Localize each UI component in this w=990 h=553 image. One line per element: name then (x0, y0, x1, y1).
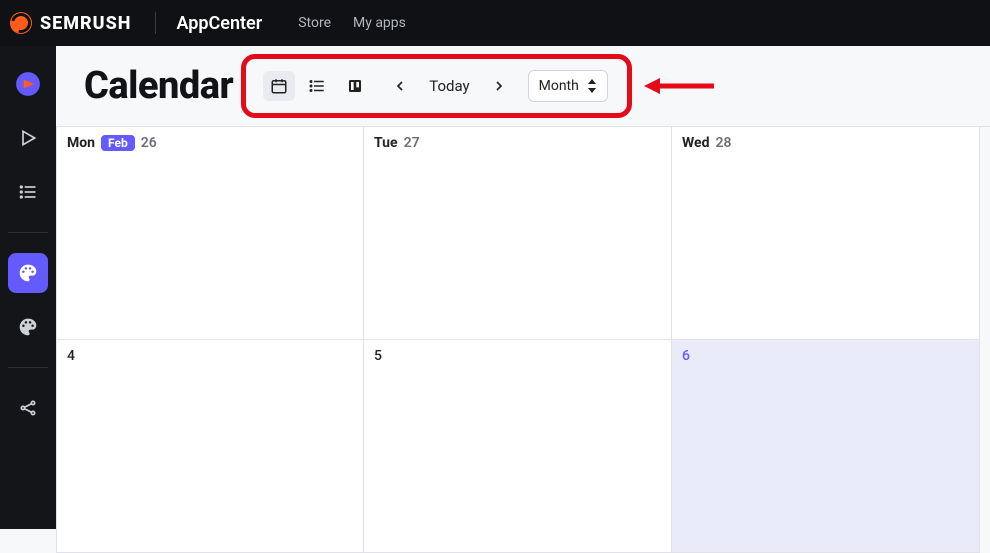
sidebar-item-list[interactable] (8, 172, 48, 212)
sidebar-item-share[interactable] (8, 388, 48, 428)
appcenter-label[interactable]: AppCenter (176, 13, 262, 34)
calendar-cell[interactable]: Mon Feb 26 (56, 127, 364, 340)
sidebar-item-style-inactive[interactable] (8, 307, 48, 347)
calendar-cell-today[interactable]: 6 (672, 340, 980, 553)
board-icon (347, 78, 363, 94)
nav-store[interactable]: Store (298, 15, 331, 31)
today-button[interactable]: Today (421, 71, 477, 101)
nav-my-apps[interactable]: My apps (353, 15, 406, 31)
calendar-icon (270, 77, 288, 95)
calendar-toolbar: Today Month (249, 64, 622, 108)
day-number: 5 (374, 348, 382, 364)
date-nav: Today (385, 71, 513, 101)
next-button[interactable] (484, 71, 514, 101)
range-select[interactable]: Month (528, 70, 608, 102)
sidebar-divider-2 (8, 367, 48, 368)
day-number: 6 (682, 348, 690, 364)
calendar-cell[interactable]: 4 (56, 340, 364, 553)
page: Calendar (56, 46, 990, 529)
day-number: 28 (715, 135, 731, 151)
month-badge: Feb (101, 135, 135, 151)
palette-icon (18, 263, 38, 283)
calendar-cell[interactable]: Wed 28 (672, 127, 980, 340)
calendar-row: 4 5 6 (56, 340, 990, 553)
calendar-cell[interactable]: Tue 27 (364, 127, 672, 340)
sidebar-item-style-active[interactable] (8, 253, 48, 293)
view-list-button[interactable] (301, 71, 333, 101)
calendar-row: Mon Feb 26 Tue 27 Wed 28 (56, 127, 990, 340)
sidebar-divider (8, 232, 48, 233)
day-of-week: Mon (67, 135, 95, 151)
day-number: 26 (141, 135, 157, 151)
date-header: Tue 27 (374, 135, 661, 151)
calendar-toolbar-wrap: Today Month (249, 64, 622, 108)
sort-icon (587, 79, 597, 93)
calendar-grid: Mon Feb 26 Tue 27 Wed 28 (56, 126, 990, 553)
top-nav: Store My apps (298, 15, 406, 31)
brand[interactable]: SEMRUSH (10, 12, 131, 34)
sidebar-item-play[interactable] (8, 118, 48, 158)
brand-separator (155, 12, 156, 34)
sidebar-app-logo[interactable] (8, 64, 48, 104)
app-logo-icon (15, 71, 41, 97)
brand-name: SEMRUSH (40, 13, 131, 34)
range-select-label: Month (539, 78, 579, 94)
date-header: Wed 28 (682, 135, 969, 151)
page-title: Calendar (84, 64, 233, 108)
palette-outline-icon (18, 317, 38, 337)
view-calendar-button[interactable] (263, 71, 295, 101)
date-header: 5 (374, 348, 661, 364)
page-header: Calendar (56, 46, 990, 114)
play-icon (18, 128, 38, 148)
sidebar (0, 46, 56, 529)
list-view-icon (308, 77, 326, 95)
prev-button[interactable] (385, 71, 415, 101)
day-number: 27 (404, 135, 420, 151)
date-header: Mon Feb 26 (67, 135, 353, 151)
brand-logo-icon (10, 12, 32, 34)
day-of-week: Wed (682, 135, 709, 151)
chevron-left-icon (392, 78, 408, 94)
day-of-week: Tue (374, 135, 398, 151)
topbar: SEMRUSH AppCenter Store My apps (0, 0, 990, 46)
date-header: 6 (682, 348, 969, 364)
view-switch (263, 71, 371, 101)
list-icon (18, 182, 38, 202)
calendar-cell[interactable]: 5 (364, 340, 672, 553)
chevron-right-icon (491, 78, 507, 94)
view-board-button[interactable] (339, 71, 371, 101)
share-nodes-icon (18, 398, 38, 418)
day-number: 4 (67, 348, 75, 364)
date-header: 4 (67, 348, 353, 364)
annotation-arrow (644, 75, 714, 97)
